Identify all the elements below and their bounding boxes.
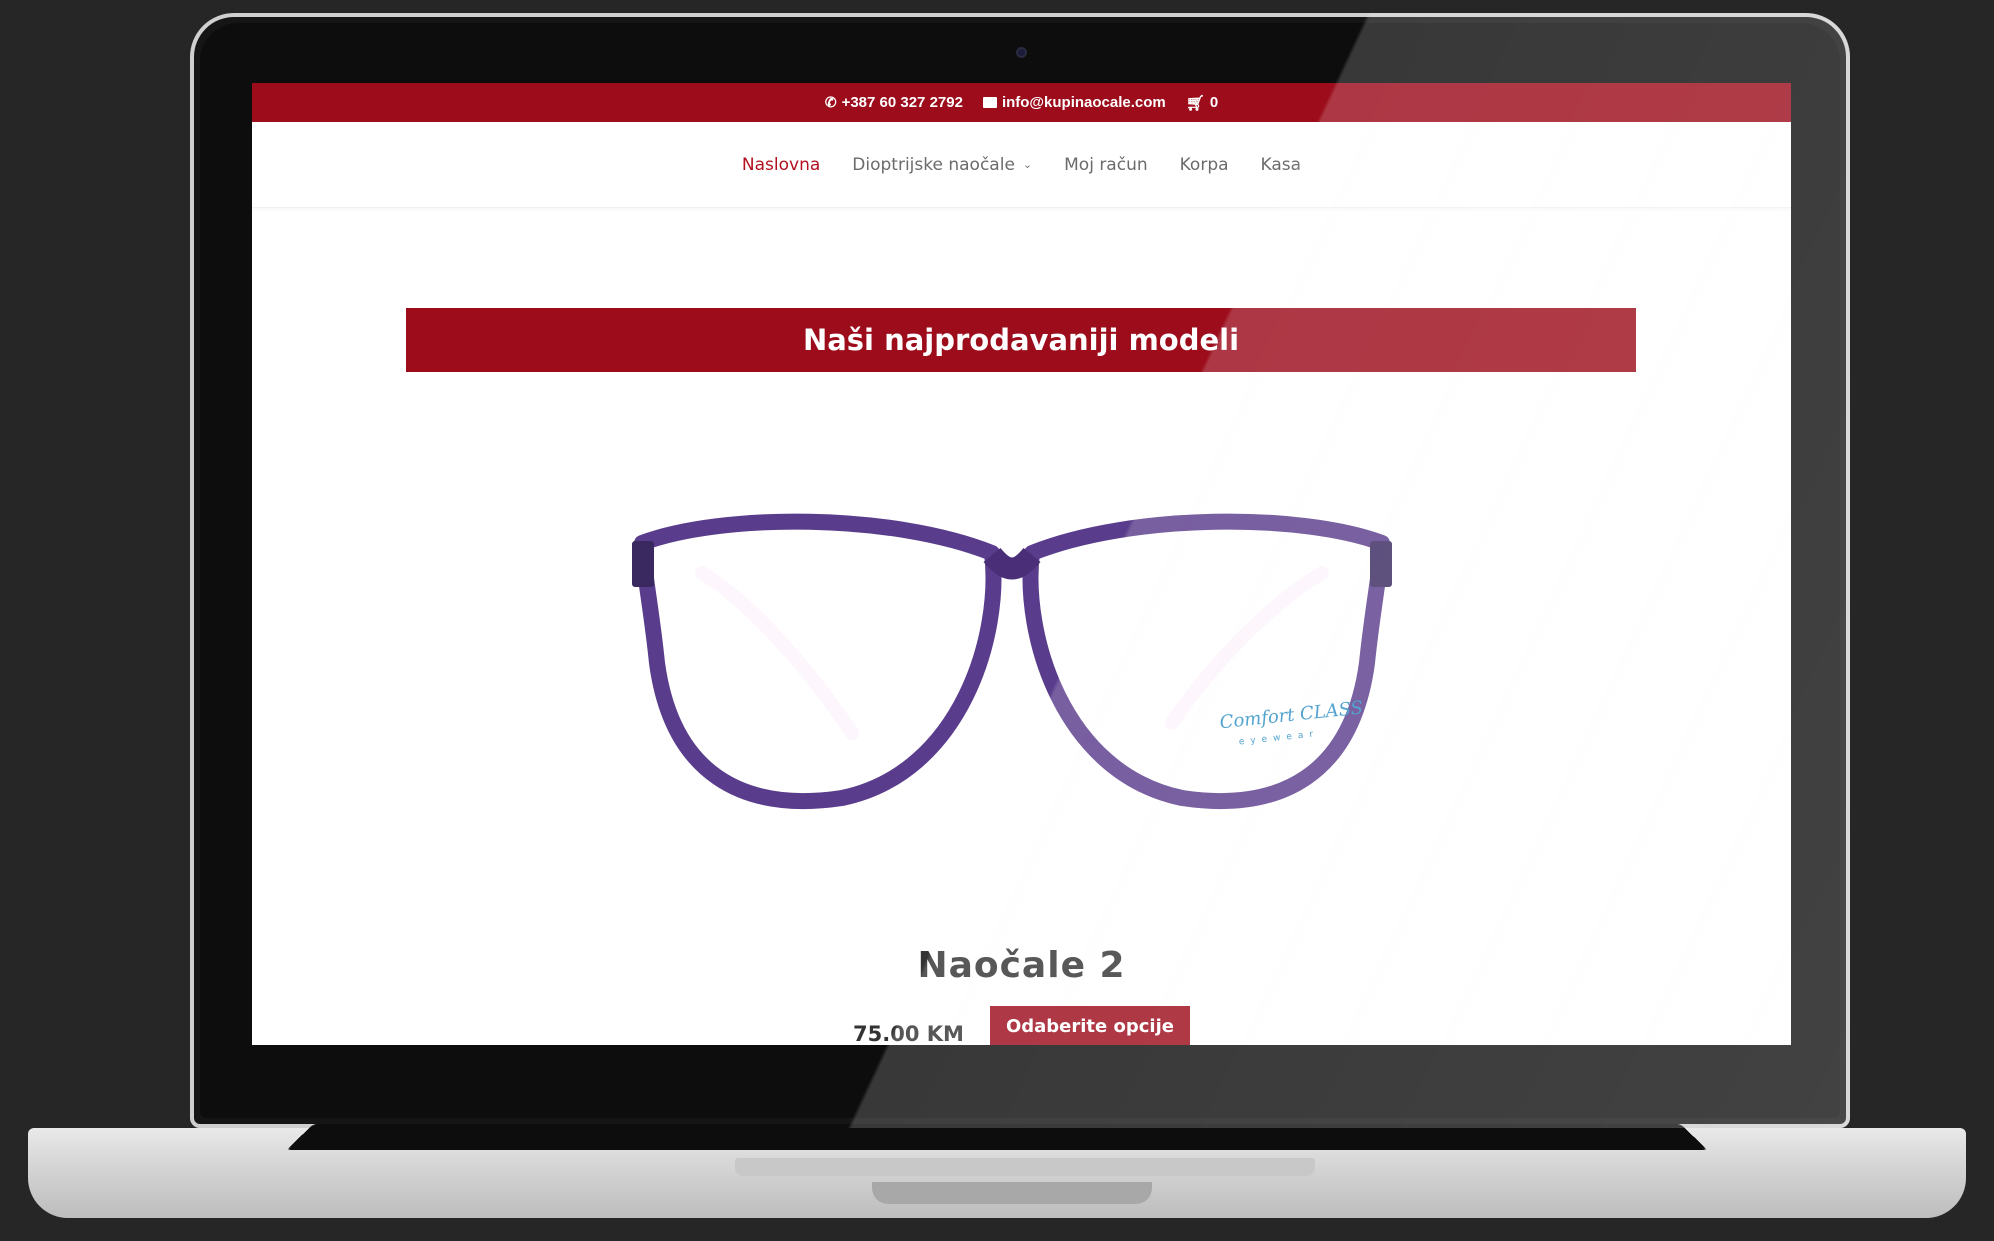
mail-icon — [982, 97, 997, 108]
nav-item-naslovna[interactable]: Naslovna — [742, 155, 820, 175]
cart-count: 0 — [1209, 94, 1219, 111]
nav-item-label: Korpa — [1179, 154, 1229, 175]
product-title[interactable]: Naočale 2 — [252, 945, 1791, 986]
laptop-keyboard-edge — [286, 1124, 1708, 1151]
product-price: 75.00 KM — [853, 1021, 964, 1046]
email-address: info@kupinaocale.com — [1001, 94, 1166, 111]
nav-item-label: Moj račun — [1064, 154, 1148, 175]
phone-contact[interactable]: ✆ +387 60 327 2792 — [825, 94, 963, 111]
main-nav: Naslovna Dioptrijske naočale ⌄ Moj račun… — [252, 122, 1791, 208]
laptop-lid-notch — [872, 1182, 1152, 1204]
price-row: 75.00 KM Odaberite opcije — [252, 1006, 1791, 1045]
cart-icon: 🛒︎ — [1185, 94, 1205, 112]
left-lens-frame — [634, 513, 1002, 809]
browser-screen: ✆ +387 60 327 2792 info@kupinaocale.com … — [252, 83, 1791, 1045]
nav-item-label: Dioptrijske naočale — [852, 154, 1015, 175]
cart-link[interactable]: 🛒︎ 0 — [1186, 94, 1218, 112]
left-hinge — [632, 541, 654, 587]
nav-item-label: Naslovna — [741, 154, 821, 175]
right-lens-frame — [1022, 513, 1390, 809]
select-options-button[interactable]: Odaberite opcije — [989, 1006, 1190, 1045]
chevron-down-icon: ⌄ — [1022, 158, 1033, 171]
top-contact-bar: ✆ +387 60 327 2792 info@kupinaocale.com … — [252, 83, 1791, 122]
nav-item-dioptrijske-naocale[interactable]: Dioptrijske naočale ⌄ — [852, 155, 1032, 175]
nav-item-moj-racun[interactable]: Moj račun — [1064, 155, 1148, 175]
nav-item-kasa[interactable]: Kasa — [1261, 155, 1302, 175]
banner-title: Naši najprodavaniji modeli — [802, 323, 1240, 357]
phone-icon: ✆ — [824, 94, 837, 110]
section-banner: Naši najprodavaniji modeli — [406, 308, 1636, 372]
nav-item-korpa[interactable]: Korpa — [1180, 155, 1229, 175]
product-image[interactable]: Comfort CLASS eyewear — [612, 513, 1412, 823]
right-hinge — [1370, 541, 1392, 587]
email-contact[interactable]: info@kupinaocale.com — [982, 94, 1166, 111]
webcam-icon — [1016, 47, 1027, 58]
nav-item-label: Kasa — [1260, 154, 1302, 175]
bridge — [983, 547, 1041, 580]
laptop-trackpad-edge — [735, 1158, 1315, 1176]
phone-number: +387 60 327 2792 — [841, 94, 963, 111]
